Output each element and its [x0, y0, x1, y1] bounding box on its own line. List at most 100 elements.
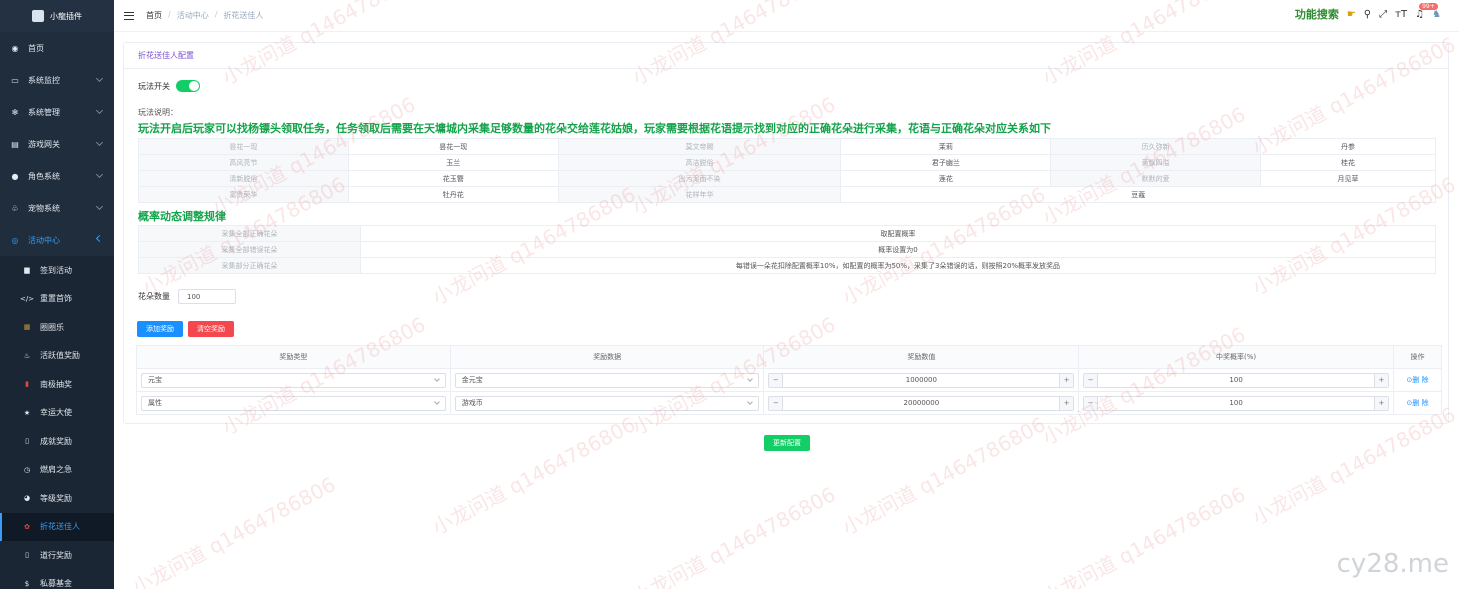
flower-key: 富贵荣华 — [138, 186, 349, 203]
watermark: 小龙问道 q1464786806 — [1038, 482, 1250, 589]
feature-search-link[interactable]: 功能搜索 — [1295, 6, 1339, 22]
watermark: 小龙问道 q1464786806 — [128, 472, 340, 589]
fullscreen-icon[interactable]: ⤢ — [1379, 9, 1387, 20]
hand-icon: ☛ — [1346, 8, 1356, 20]
minus-icon[interactable]: − — [1084, 373, 1099, 387]
sidebar-subitem-active-reward[interactable]: ♨ 活跃值奖励 — [0, 341, 114, 370]
plus-icon[interactable]: + — [1373, 396, 1388, 410]
breadcrumb-separator: / — [168, 10, 171, 19]
minus-icon[interactable]: − — [1084, 396, 1099, 410]
money-icon: $ — [24, 579, 30, 588]
flower-value: 昙花一现 — [347, 138, 559, 155]
chevron-down-icon — [95, 138, 104, 147]
dashboard-icon: ◉ — [11, 43, 19, 53]
reward-data-select[interactable]: 金元宝 — [454, 372, 760, 388]
flower-key: 出污泥而不染 — [557, 170, 842, 187]
plus-icon[interactable]: + — [1059, 396, 1074, 410]
chevron-down-icon — [95, 106, 104, 115]
minus-icon[interactable]: − — [769, 373, 784, 387]
user-icon: ● — [11, 171, 19, 181]
breadcrumb-separator: / — [214, 10, 218, 19]
reward-amount-stepper: −20000000 + — [768, 395, 1075, 411]
prob-key: 采集全部正确花朵 — [138, 225, 361, 242]
sidebar-subitem-lucky[interactable]: ★ 幸运大使 — [0, 398, 114, 427]
sidebar-subitem-flower[interactable]: ✿ 折花送佳人 — [0, 512, 114, 541]
lock-icon: ♨ — [23, 351, 31, 360]
reward-prob-input[interactable]: 100 — [1098, 376, 1374, 384]
topbar: 首页 / 活动中心 / 折花送佳人 功能搜索 ☛ ⚲ ⤢ тT ♫ 99+ ♞ — [114, 0, 1459, 32]
sidebar-subitem-signin[interactable]: ▆ 签到活动 — [0, 256, 114, 285]
flower-key: 花样年华 — [557, 186, 842, 203]
reward-prob-input[interactable]: 100 — [1098, 399, 1374, 407]
topbar-actions: 功能搜索 ☛ ⚲ ⤢ тT ♫ 99+ ♞ — [1295, 2, 1441, 22]
column-header: 奖励数值 — [763, 345, 1080, 369]
prob-value: 取配置概率 — [360, 225, 1436, 242]
gear-icon: ✻ — [11, 107, 19, 117]
prob-title: 概率动态调整规律 — [138, 210, 226, 223]
update-config-button[interactable]: 更新配置 — [764, 435, 810, 451]
minus-icon[interactable]: − — [769, 396, 784, 410]
box-icon: ▦ — [23, 323, 31, 332]
sidebar-subitem-daoxing[interactable]: ▯ 道行奖励 — [0, 541, 114, 570]
sidebar-subitem-urgent[interactable]: ◷ 燃肩之急 — [0, 455, 114, 484]
sidebar-item-activity[interactable]: ◎ 活动中心 — [0, 224, 114, 256]
sidebar-item-system[interactable]: ✻ 系统管理 — [0, 96, 114, 128]
sidebar-subitem-level[interactable]: ◕ 等级奖励 — [0, 484, 114, 513]
sidebar-item-pet[interactable]: ♧ 宠物系统 — [0, 192, 114, 224]
flower-count-row: 花朵数量 100 — [138, 289, 236, 304]
sidebar-item-gateway[interactable]: ▤ 游戏网关 — [0, 128, 114, 160]
search-icon[interactable]: ⚲ — [1364, 9, 1371, 20]
plus-icon[interactable]: + — [1373, 373, 1388, 387]
add-reward-button[interactable]: 添加奖励 — [137, 321, 183, 337]
breadcrumb-activity[interactable]: 活动中心 — [177, 10, 209, 21]
watermark: 小龙问道 q1464786806 — [428, 412, 640, 540]
reward-amount-input[interactable]: 20000000 — [783, 399, 1059, 407]
delete-button[interactable]: ⊙删 除 — [1392, 368, 1443, 392]
bell-icon[interactable]: ♫ 99+ — [1415, 2, 1438, 20]
column-header: 操作 — [1392, 345, 1443, 369]
font-size-icon[interactable]: тT — [1395, 9, 1407, 20]
book-icon: ▯ — [25, 551, 29, 560]
column-header: 奖励数据 — [449, 345, 765, 369]
sidebar-item-role[interactable]: ● 角色系统 — [0, 160, 114, 192]
sidebar-subitem-fund[interactable]: $ 私募基金 — [0, 569, 114, 589]
pet-icon: ♧ — [11, 203, 19, 213]
sidebar-item-home[interactable]: ◉ 首页 — [0, 32, 114, 64]
sidebar-subitem-reset-jewelry[interactable]: </> 重置首饰 — [0, 284, 114, 313]
flower-value: 君子幽兰 — [840, 154, 1052, 171]
breadcrumb: 首页 / 活动中心 / 折花送佳人 — [146, 10, 263, 21]
reward-amount-input[interactable]: 1000000 — [783, 376, 1059, 384]
code-icon: </> — [19, 294, 35, 303]
flower-key: 清新脱俗 — [138, 170, 349, 187]
reward-prob-stepper: −100 + — [1083, 372, 1389, 388]
breadcrumb-home[interactable]: 首页 — [146, 10, 162, 21]
flower-key: 默默的爱 — [1050, 170, 1262, 187]
chevron-down-icon — [95, 170, 104, 179]
menu-toggle-icon[interactable] — [124, 11, 134, 20]
app-title: 小龍插件 — [50, 11, 82, 21]
sidebar-subitem-lottery[interactable]: ▮ 南极抽奖 — [0, 370, 114, 399]
flower-value: 豆蔻 — [840, 186, 1436, 203]
sidebar-item-monitor[interactable]: ▭ 系统监控 — [0, 64, 114, 96]
chevron-down-icon — [747, 398, 754, 405]
plus-icon[interactable]: + — [1059, 373, 1074, 387]
avatar[interactable]: ♞ — [1432, 9, 1441, 20]
clear-reward-button[interactable]: 清空奖励 — [188, 321, 234, 337]
flower-count-label: 花朵数量 — [138, 292, 170, 301]
prob-key: 采集部分正确花朵 — [138, 257, 361, 274]
brand: 小龍插件 — [0, 0, 114, 32]
delete-button[interactable]: ⊙删 除 — [1392, 391, 1443, 415]
flower-key: 高风亮节 — [138, 154, 349, 171]
flower-count-input[interactable]: 100 — [178, 289, 236, 304]
column-header: 奖励类型 — [136, 345, 451, 369]
sidebar-subitem-circle[interactable]: ▦ 圈圈乐 — [0, 313, 114, 342]
table-row: 元宝 金元宝 −1000000 + −100 + ⊙删 除 — [136, 368, 1443, 392]
reward-data-select[interactable]: 游戏币 — [454, 395, 760, 411]
play-switch[interactable] — [176, 80, 200, 92]
sidebar-subitem-achievement[interactable]: ▯ 成就奖励 — [0, 427, 114, 456]
chevron-down-icon — [95, 74, 104, 83]
reward-type-select[interactable]: 属性 — [141, 395, 446, 411]
activity-icon: ◎ — [11, 235, 19, 245]
reward-type-select[interactable]: 元宝 — [141, 372, 446, 388]
logo-icon — [32, 10, 44, 22]
